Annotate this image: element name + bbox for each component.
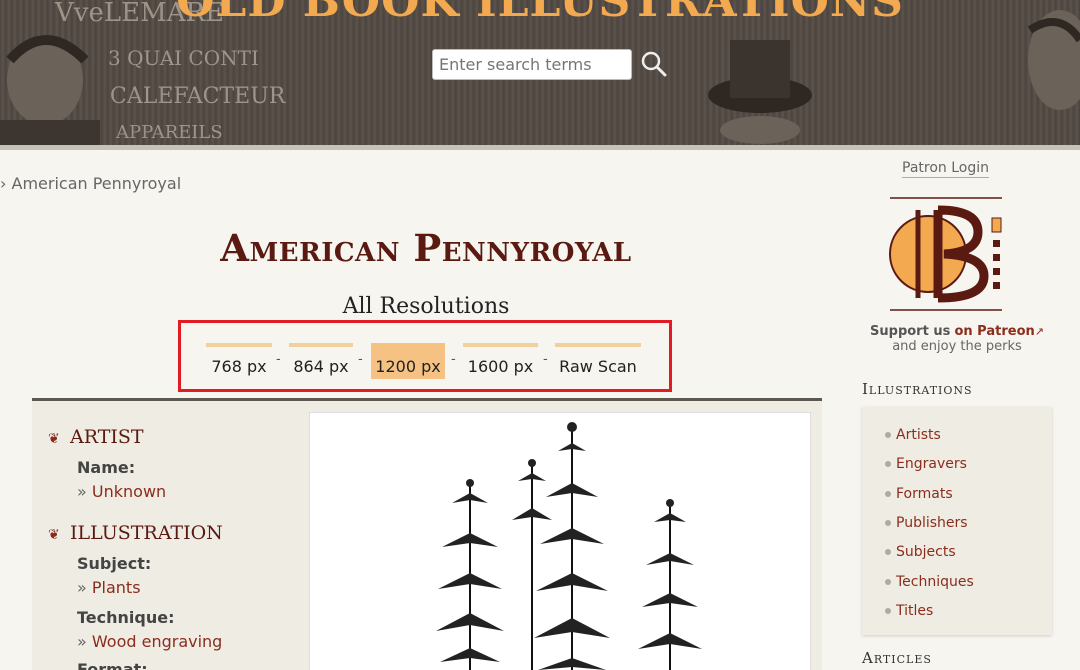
engraving-text-4: APPAREILS: [116, 122, 223, 143]
illustration-image[interactable]: [309, 412, 811, 670]
patron-login-link[interactable]: Patron Login: [902, 160, 989, 178]
support-text: Support us: [870, 324, 951, 339]
technique-value[interactable]: » Wood engraving: [77, 632, 222, 651]
artist-heading-text: ARTIST: [70, 426, 144, 448]
bullet-icon: [885, 491, 891, 497]
search-icon[interactable]: [640, 50, 668, 78]
search-input[interactable]: [432, 49, 632, 80]
name-value-link[interactable]: Unknown: [92, 482, 166, 501]
name-label: Name:: [77, 458, 136, 477]
sidebar-item-engravers[interactable]: Engravers: [896, 456, 967, 472]
sidebar-item-techniques[interactable]: Techniques: [896, 574, 974, 590]
header-banner: VveLEMARE 3 QUAI CONTI CALEFACTEUR APPAR…: [0, 0, 1080, 145]
illustrations-heading: Illustrations: [862, 380, 973, 398]
format-label: Format:: [77, 660, 148, 670]
bullet-icon: [885, 520, 891, 526]
resolution-1600[interactable]: 1600 px: [463, 343, 538, 379]
external-link-icon: ↗: [1034, 325, 1044, 338]
bullet-icon: [885, 608, 891, 614]
site-title[interactable]: OLD BOOK ILLUSTRATIONS: [0, 0, 1080, 27]
resolution-separator: -: [358, 352, 363, 367]
resolution-864[interactable]: 864 px: [289, 343, 353, 379]
illustration-section-heading: ❦ ILLUSTRATION: [48, 522, 223, 544]
patreon-link[interactable]: on Patreon: [954, 324, 1034, 339]
breadcrumb-current: American Pennyroyal: [11, 174, 182, 193]
resolution-768[interactable]: 768 px: [206, 343, 272, 379]
subject-value-link[interactable]: Plants: [92, 578, 141, 597]
illustration-heading-text: ILLUSTRATION: [70, 522, 223, 544]
artist-section-heading: ❦ ARTIST: [48, 426, 144, 448]
pennyroyal-plant-illustration-icon: [436, 422, 702, 670]
sidebar-item-artists[interactable]: Artists: [896, 427, 941, 443]
banner-border: [0, 145, 1080, 150]
sidebar-item-formats[interactable]: Formats: [896, 486, 953, 502]
sidebar-item-subjects[interactable]: Subjects: [896, 544, 956, 560]
fleuron-icon: ❦: [48, 527, 60, 543]
resolution-raw-scan[interactable]: Raw Scan: [555, 343, 641, 379]
breadcrumb-separator: ›: [0, 174, 7, 193]
engraving-text-2: 3 QUAI CONTI: [108, 46, 259, 70]
resolution-separator: -: [451, 352, 456, 367]
value-prefix: »: [77, 578, 87, 597]
page-title: American Pennyroyal: [220, 226, 632, 270]
obi-logo-icon[interactable]: [888, 196, 1004, 312]
resolution-1200[interactable]: 1200 px: [371, 343, 445, 379]
subject-label: Subject:: [77, 554, 152, 573]
articles-heading: Articles: [862, 649, 932, 667]
patreon-support: Support us on Patreon↗ and enjoy the per…: [862, 324, 1052, 354]
resolutions-heading: All Resolutions: [342, 294, 510, 319]
engraving-figure-left-icon: [0, 35, 100, 145]
technique-value-link[interactable]: Wood engraving: [92, 632, 222, 651]
value-prefix: »: [77, 632, 87, 651]
name-value[interactable]: » Unknown: [77, 482, 166, 501]
engraving-text-3: CALEFACTEUR: [110, 84, 286, 109]
resolution-separator: -: [276, 352, 281, 367]
subject-value[interactable]: » Plants: [77, 578, 141, 597]
technique-label: Technique:: [77, 608, 175, 627]
resolution-separator: -: [543, 352, 548, 367]
bullet-icon: [885, 461, 891, 467]
support-subtext: and enjoy the perks: [892, 339, 1022, 354]
bullet-icon: [885, 549, 891, 555]
breadcrumb: › American Pennyroyal: [0, 174, 181, 193]
sidebar-item-titles[interactable]: Titles: [896, 603, 933, 619]
bullet-icon: [885, 432, 891, 438]
bullet-icon: [885, 579, 891, 585]
sidebar-item-publishers[interactable]: Publishers: [896, 515, 968, 531]
value-prefix: »: [77, 482, 87, 501]
fleuron-icon: ❦: [48, 431, 60, 447]
